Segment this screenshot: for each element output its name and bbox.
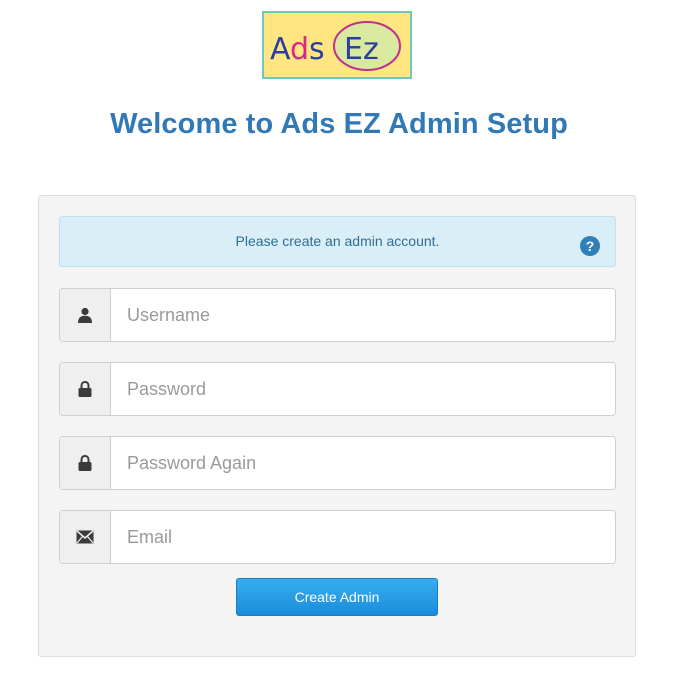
info-alert: Please create an admin account. ? xyxy=(59,216,616,267)
logo-text-right: Ez xyxy=(344,32,379,67)
setup-panel: Please create an admin account. ? Userna… xyxy=(38,195,636,657)
username-field-group xyxy=(59,288,616,342)
admin-setup-page: Ads Ez Welcome to Ads EZ Admin Setup Ple… xyxy=(0,0,678,699)
lock-icon xyxy=(60,363,111,415)
email-field-group xyxy=(59,510,616,564)
create-admin-button[interactable]: Create Admin xyxy=(236,578,438,616)
password-again-input[interactable] xyxy=(111,437,615,489)
username-input[interactable] xyxy=(111,289,615,341)
password-again-field-group xyxy=(59,436,616,490)
logo-text-left: Ads xyxy=(270,32,325,67)
page-title: Welcome to Ads EZ Admin Setup xyxy=(110,108,568,140)
help-icon[interactable]: ? xyxy=(580,236,600,256)
lock-icon xyxy=(60,437,111,489)
user-icon xyxy=(60,289,111,341)
alert-message: Please create an admin account. xyxy=(235,233,440,249)
ads-ez-logo: Ads Ez xyxy=(262,11,412,79)
password-input[interactable] xyxy=(111,363,615,415)
password-field-group xyxy=(59,362,616,416)
email-input[interactable] xyxy=(111,511,615,563)
envelope-icon xyxy=(60,511,111,563)
